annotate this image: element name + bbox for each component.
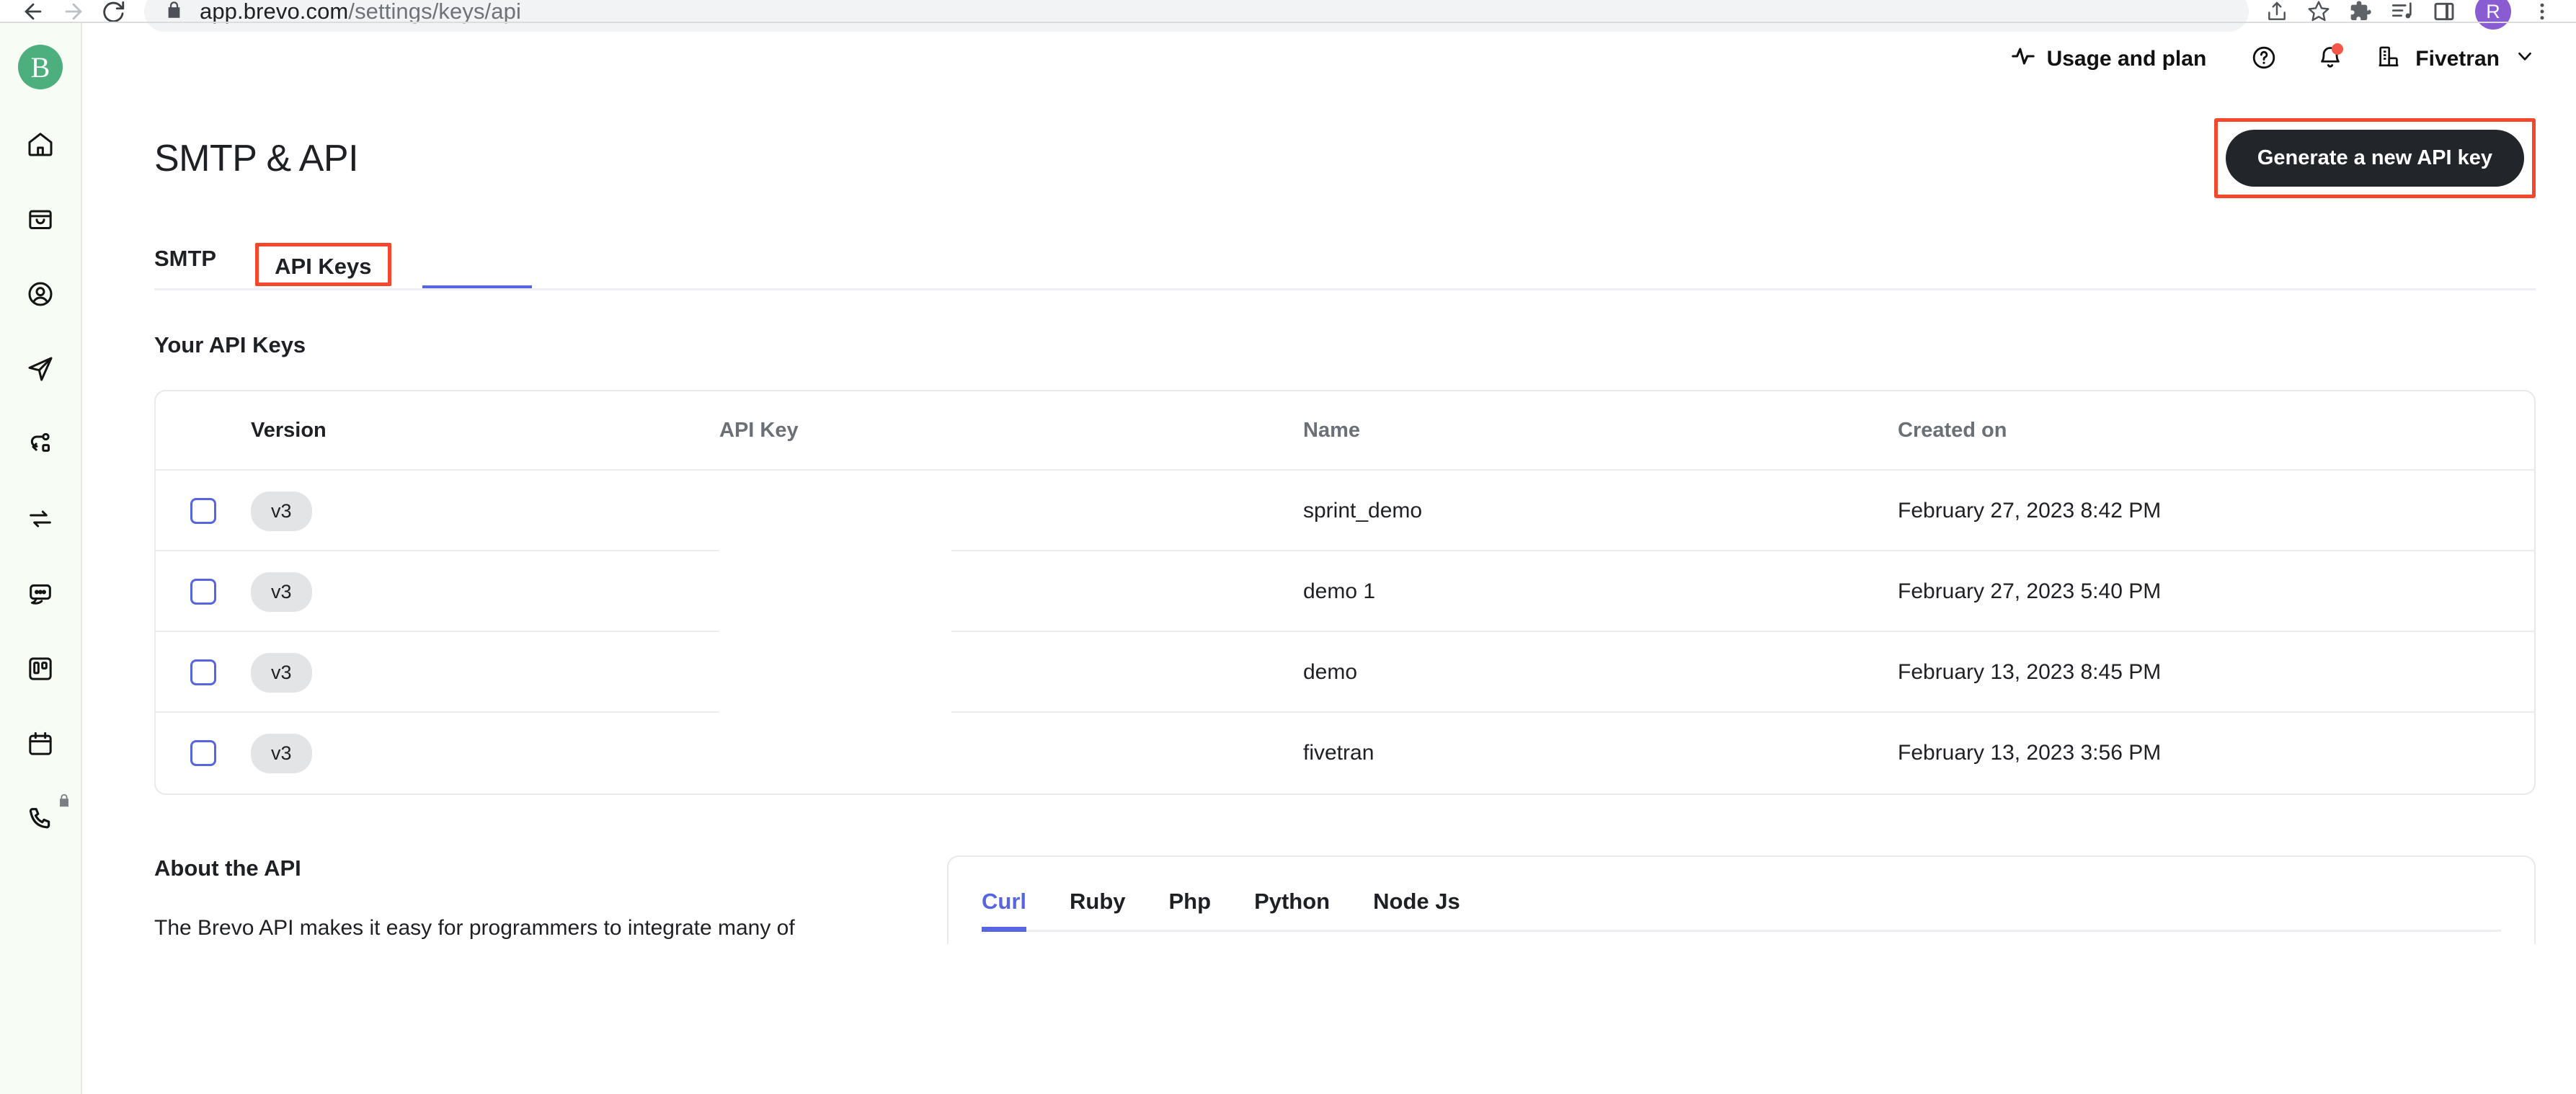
table-header-row: Version API Key Name Created on [156, 391, 2534, 471]
user-circle-icon [26, 280, 55, 308]
shopping-bag-icon [26, 205, 55, 234]
generate-new-api-key-button[interactable]: Generate a new API key [2225, 130, 2524, 187]
page-tabs: SMTP API Keys [154, 226, 2536, 290]
sidebar-item-phone[interactable] [13, 791, 68, 846]
sidebar-item-sync[interactable] [13, 492, 68, 546]
row-checkbox[interactable] [190, 659, 216, 685]
brevo-logo[interactable]: B [18, 45, 63, 89]
browser-toolbar: app.brevo.com/settings/keys/api R [0, 0, 2576, 32]
side-panel-icon[interactable] [2423, 0, 2465, 32]
version-badge: v3 [251, 733, 312, 773]
key-name: fivetran [1303, 741, 1374, 765]
tab-smtp[interactable]: SMTP [154, 246, 216, 290]
code-sample-card: Curl Ruby Php Python Node Js [947, 855, 2536, 944]
star-icon[interactable] [2298, 0, 2340, 32]
lock-icon [56, 793, 72, 809]
version-badge: v3 [251, 652, 312, 693]
sync-arrows-icon [26, 504, 55, 533]
back-arrow-icon[interactable] [13, 0, 53, 32]
tab-curl[interactable]: Curl [982, 889, 1026, 932]
forward-arrow-icon[interactable] [53, 0, 94, 32]
avatar[interactable]: R [2475, 0, 2511, 30]
reload-icon[interactable] [94, 0, 134, 32]
url-path: /settings/keys/api [348, 0, 521, 24]
about-api-title: About the API [154, 855, 301, 881]
created-on-value: February 27, 2023 8:42 PM [1898, 499, 2162, 522]
activity-pulse-icon [2011, 44, 2035, 74]
about-api-body: The Brevo API makes it easy for programm… [154, 916, 795, 940]
calendar-icon [26, 729, 55, 758]
tab-api-keys-highlight: API Keys [255, 243, 391, 286]
tab-node-js[interactable]: Node Js [1373, 889, 1460, 932]
column-header-api-key: API Key [719, 418, 799, 442]
page-title: SMTP & API [154, 137, 359, 179]
version-badge: v3 [251, 491, 312, 531]
created-on-value: February 13, 2023 8:45 PM [1898, 660, 2162, 684]
usage-and-plan-button[interactable]: Usage and plan [2011, 44, 2207, 74]
tab-ruby[interactable]: Ruby [1070, 889, 1126, 932]
table-row[interactable]: v3 sprint_demo February 27, 2023 8:42 PM [156, 471, 2534, 551]
lock-icon [164, 0, 184, 23]
chat-bubble-icon [26, 579, 55, 608]
sidebar-item-automation[interactable] [13, 417, 68, 471]
sidebar-item-commerce[interactable] [13, 192, 68, 246]
created-on-value: February 13, 2023 3:56 PM [1898, 741, 2162, 765]
phone-icon [26, 804, 55, 833]
usage-and-plan-label: Usage and plan [2046, 47, 2207, 71]
table-row[interactable]: v3 demo February 13, 2023 8:45 PM [156, 632, 2534, 713]
notifications-button[interactable] [2310, 39, 2350, 79]
your-api-keys-heading: Your API Keys [154, 332, 306, 357]
help-circle-icon [2251, 45, 2277, 74]
created-on-value: February 27, 2023 5:40 PM [1898, 579, 2162, 603]
help-button[interactable] [2244, 39, 2284, 79]
column-header-version: Version [251, 418, 327, 442]
address-bar[interactable]: app.brevo.com/settings/keys/api [144, 0, 2249, 32]
org-name: Fivetran [2415, 47, 2500, 71]
kanban-board-icon [26, 654, 55, 683]
row-checkbox[interactable] [190, 579, 216, 605]
sidebar-item-home[interactable] [13, 117, 68, 172]
home-icon [26, 130, 55, 159]
left-sidebar: B [0, 23, 82, 1094]
music-playlist-icon[interactable] [2381, 0, 2423, 32]
key-name: sprint_demo [1303, 499, 1423, 522]
code-language-tabs: Curl Ruby Php Python Node Js [982, 857, 2501, 932]
share-icon[interactable] [2256, 0, 2298, 32]
table-row[interactable]: v3 demo 1 February 27, 2023 5:40 PM [156, 551, 2534, 632]
row-checkbox[interactable] [190, 740, 216, 766]
sidebar-item-deals[interactable] [13, 641, 68, 696]
automation-node-icon [26, 430, 55, 458]
sidebar-item-campaigns[interactable] [13, 342, 68, 396]
about-api-section: About the API The Brevo API makes it eas… [154, 855, 947, 944]
tab-api-keys[interactable]: API Keys [275, 254, 371, 280]
sidebar-item-meetings[interactable] [13, 716, 68, 771]
url-host: app.brevo.com [200, 0, 349, 24]
sidebar-item-conversations[interactable] [13, 566, 68, 621]
three-dot-menu-icon[interactable] [2521, 0, 2563, 32]
key-name: demo [1303, 660, 1358, 684]
column-header-created-on: Created on [1898, 418, 2007, 442]
paper-plane-icon [26, 355, 55, 383]
generate-key-highlight: Generate a new API key [2213, 118, 2536, 198]
key-name: demo 1 [1303, 579, 1376, 603]
org-switcher[interactable]: Fivetran [2376, 44, 2536, 74]
api-keys-table: Version API Key Name Created on v3 sprin… [154, 390, 2536, 795]
chevron-down-icon [2514, 45, 2536, 73]
version-badge: v3 [251, 572, 312, 612]
table-row[interactable]: v3 fivetran February 13, 2023 3:56 PM [156, 713, 2534, 793]
row-checkbox[interactable] [190, 498, 216, 524]
active-tab-indicator [422, 285, 532, 290]
column-header-name: Name [1303, 418, 1360, 442]
app-header: Usage and plan Fivetran [82, 23, 2576, 95]
tab-php[interactable]: Php [1169, 889, 1212, 932]
puzzle-icon[interactable] [2340, 0, 2381, 32]
tab-python[interactable]: Python [1254, 889, 1330, 932]
sidebar-item-contacts[interactable] [13, 267, 68, 321]
building-icon [2376, 44, 2401, 74]
